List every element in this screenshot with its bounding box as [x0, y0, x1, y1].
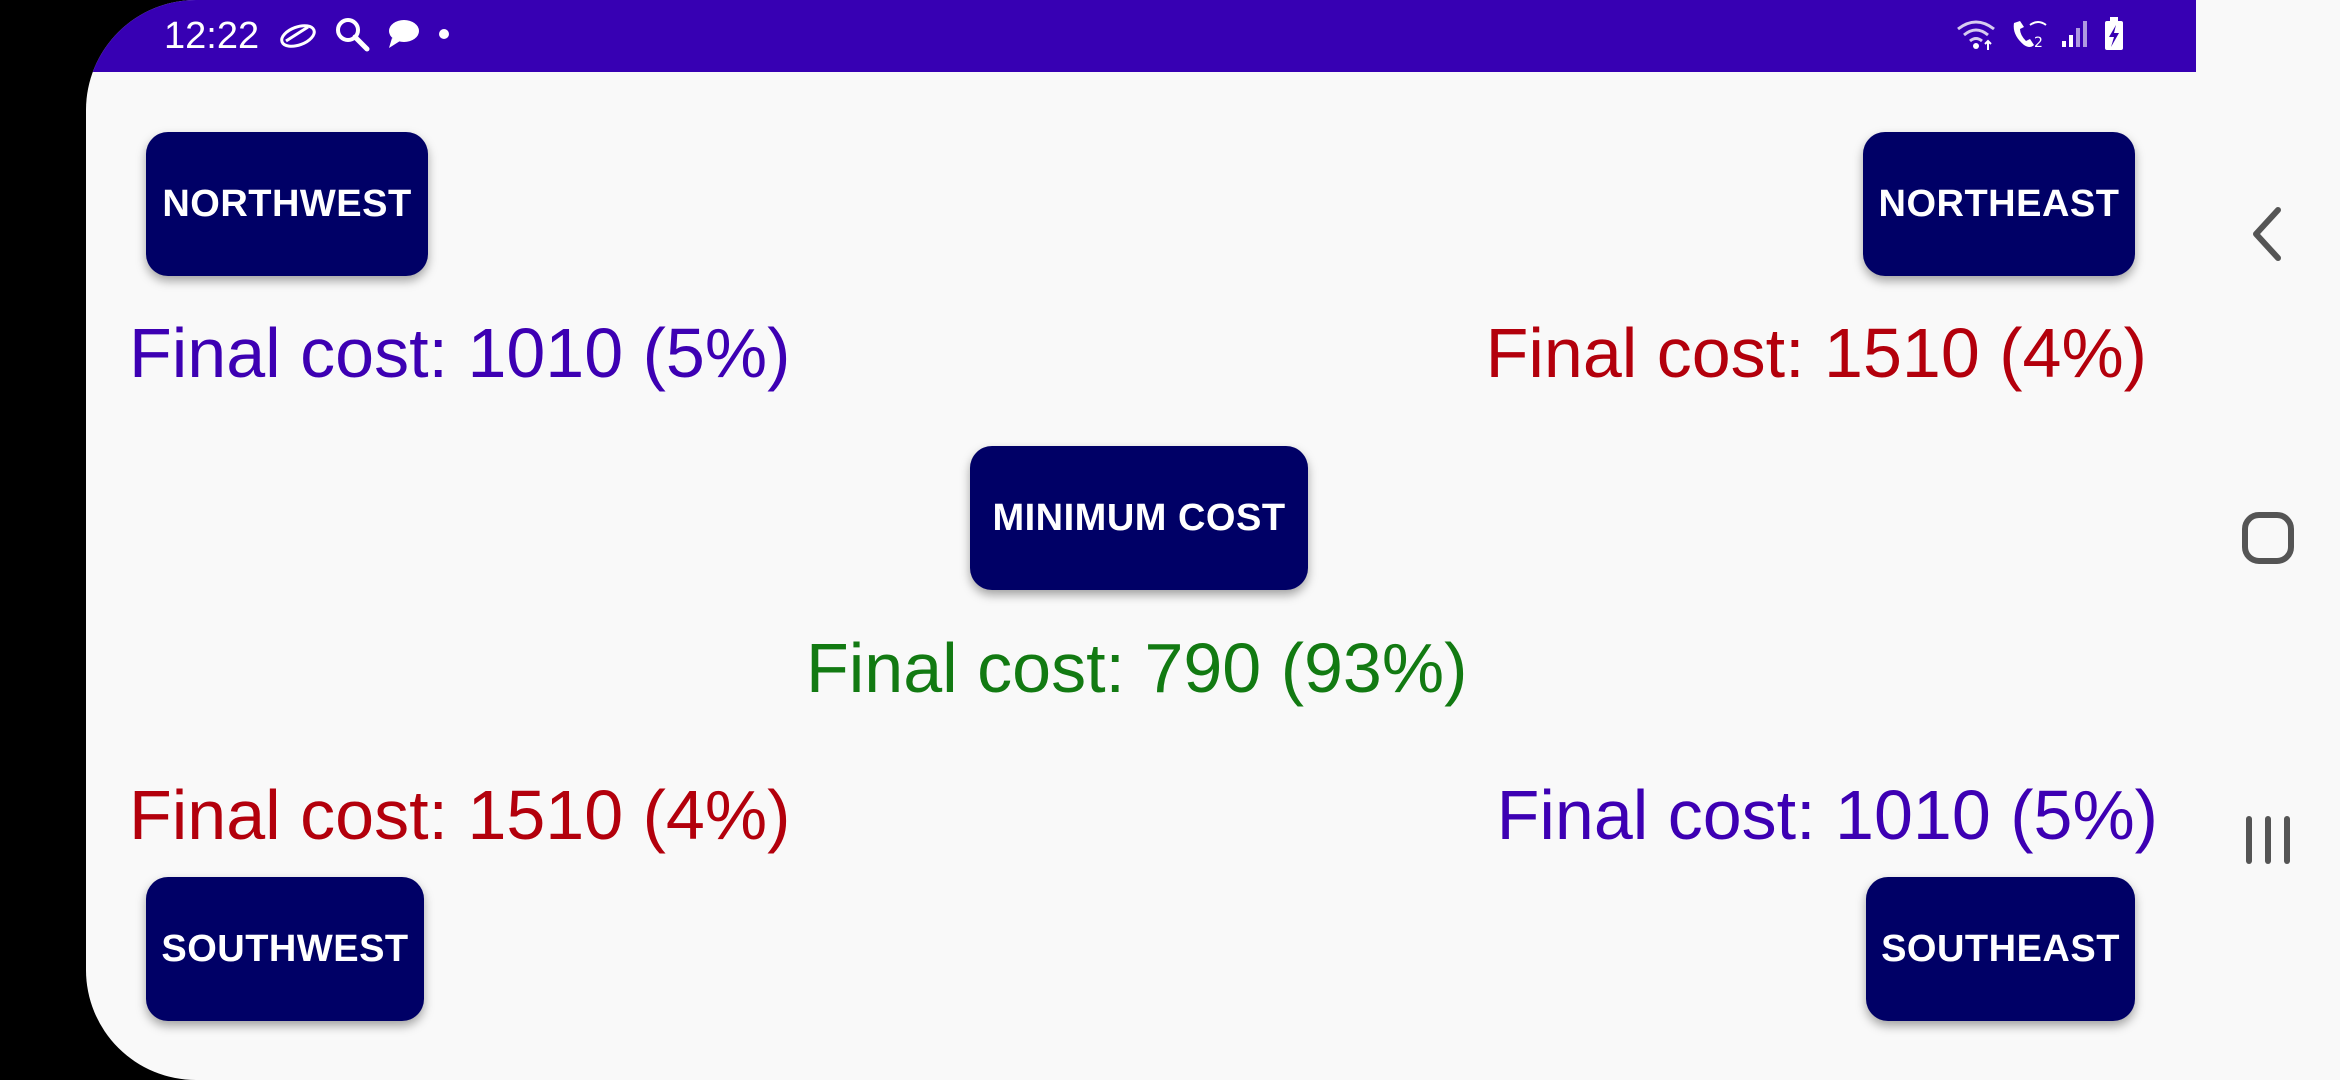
southeast-button[interactable]: SOUTHEAST — [1866, 877, 2135, 1021]
search-icon — [334, 16, 370, 57]
back-icon[interactable] — [2230, 196, 2306, 272]
battery-icon — [2102, 16, 2126, 57]
northeast-button[interactable]: NORTHEAST — [1863, 132, 2135, 276]
wifi-calling-icon: 2 — [2008, 17, 2048, 56]
dot-icon — [436, 26, 452, 47]
minimum-cost-button[interactable]: MINIMUM COST — [970, 446, 1308, 590]
southwest-button[interactable]: SOUTHWEST — [146, 877, 424, 1021]
status-bar: 12:22 2 — [86, 0, 2196, 72]
signal-icon — [2060, 19, 2090, 54]
chat-bubble-icon — [386, 18, 420, 55]
northwest-button[interactable]: NORTHWEST — [146, 132, 428, 276]
navigation-bar — [2196, 0, 2340, 1080]
northeast-final-cost: Final cost: 1510 (4%) — [1485, 314, 2147, 392]
southwest-final-cost: Final cost: 1510 (4%) — [129, 776, 791, 854]
wifi-icon — [1956, 17, 1996, 56]
status-time: 12:22 — [164, 15, 260, 57]
recent-apps-icon[interactable] — [2230, 802, 2306, 878]
status-notification-icons — [278, 16, 452, 56]
minimum-cost-final-cost: Final cost: 790 (93%) — [806, 629, 1468, 707]
home-icon[interactable] — [2230, 500, 2306, 576]
device-screen: 12:22 2 NORTHWEST NORTHEAST MINIMUM COST… — [0, 0, 2340, 1080]
app-window: 12:22 2 NORTHWEST NORTHEAST MINIMUM COST… — [86, 0, 2196, 1080]
northwest-final-cost: Final cost: 1010 (5%) — [129, 314, 791, 392]
svg-text:2: 2 — [2034, 35, 2043, 51]
cloud-icon — [278, 19, 318, 54]
status-system-icons: 2 — [1956, 16, 2126, 56]
southeast-final-cost: Final cost: 1010 (5%) — [1496, 776, 2158, 854]
